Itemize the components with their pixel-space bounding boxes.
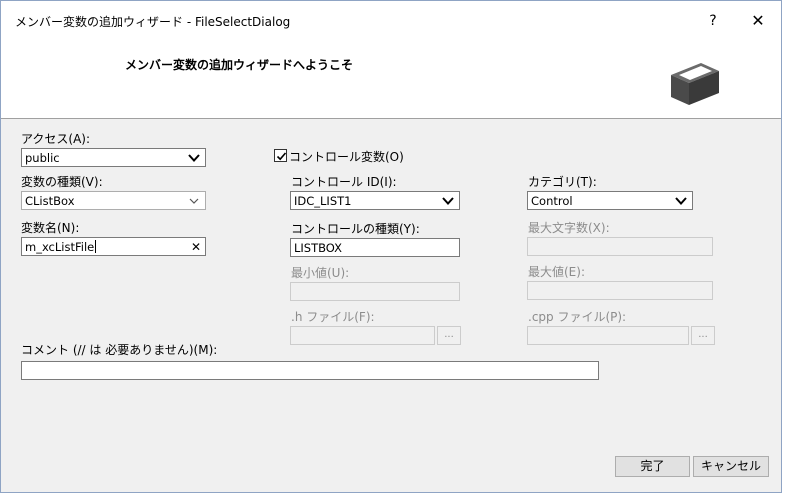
access-label: アクセス(A): [21,132,91,146]
h-file-label: .h ファイル(F): [291,310,375,324]
h-file-browse-button[interactable]: ... [437,326,461,345]
comment-label: コメント (// は 必要ありません)(M): [21,343,218,357]
window-title: メンバー変数の追加ウィザード - FileSelectDialog [15,15,291,29]
help-button[interactable]: ? [697,7,729,35]
var-type-combo[interactable]: CListBox [21,191,206,210]
var-type-value: CListBox [25,194,75,208]
finish-button[interactable]: 完了 [615,456,690,477]
control-var-label[interactable]: コントロール変数(O) [289,148,404,165]
control-var-checkbox[interactable] [274,149,287,162]
access-value: public [25,151,60,165]
max-chars-label: 最大文字数(X): [528,221,610,235]
control-type-label: コントロールの種類(Y): [291,222,420,236]
control-id-label: コントロール ID(I): [291,175,397,189]
chevron-down-icon [675,197,687,205]
clear-icon[interactable]: ✕ [191,240,201,254]
chevron-down-icon [188,154,200,162]
cancel-button[interactable]: キャンセル [693,456,769,477]
control-id-value: IDC_LIST1 [294,194,352,208]
var-type-label: 変数の種類(V): [21,175,103,189]
min-value-input[interactable] [290,282,460,301]
max-value-label: 最大値(E): [528,265,585,279]
box-icon [671,63,719,105]
close-button[interactable]: ✕ [741,7,775,35]
control-type-value: LISTBOX [294,241,343,255]
var-name-label: 変数名(N): [21,221,80,235]
max-value-input[interactable] [527,281,713,300]
cpp-file-browse-button[interactable]: ... [691,326,715,345]
category-value: Control [531,194,573,208]
control-type-input[interactable]: LISTBOX [290,238,460,257]
min-value-label: 最小値(U): [291,266,350,280]
cpp-file-label: .cpp ファイル(P): [528,310,627,324]
wizard-header: メンバー変数の追加ウィザードへようこそ [1,41,781,119]
var-name-input[interactable]: m_xcListFile ✕ [21,237,206,256]
chevron-down-icon [189,198,199,204]
text-caret [95,240,97,253]
form-area: アクセス(A): public 変数の種類(V): CListBox 変数名(N… [1,119,781,492]
access-select[interactable]: public [21,148,206,167]
wizard-dialog: メンバー変数の追加ウィザード - FileSelectDialog ? ✕ メン… [0,0,782,493]
header-title: メンバー変数の追加ウィザードへようこそ [125,58,354,72]
category-label: カテゴリ(T): [528,175,597,189]
h-file-input[interactable] [290,326,435,345]
comment-input[interactable] [21,361,599,380]
var-name-value: m_xcListFile [25,240,95,254]
max-chars-input[interactable] [527,237,713,256]
category-select[interactable]: Control [527,191,693,210]
checkmark-icon [276,152,287,161]
cpp-file-input[interactable] [527,326,689,345]
title-bar[interactable]: メンバー変数の追加ウィザード - FileSelectDialog ? ✕ [1,1,781,41]
control-id-select[interactable]: IDC_LIST1 [290,191,460,210]
chevron-down-icon [442,197,454,205]
